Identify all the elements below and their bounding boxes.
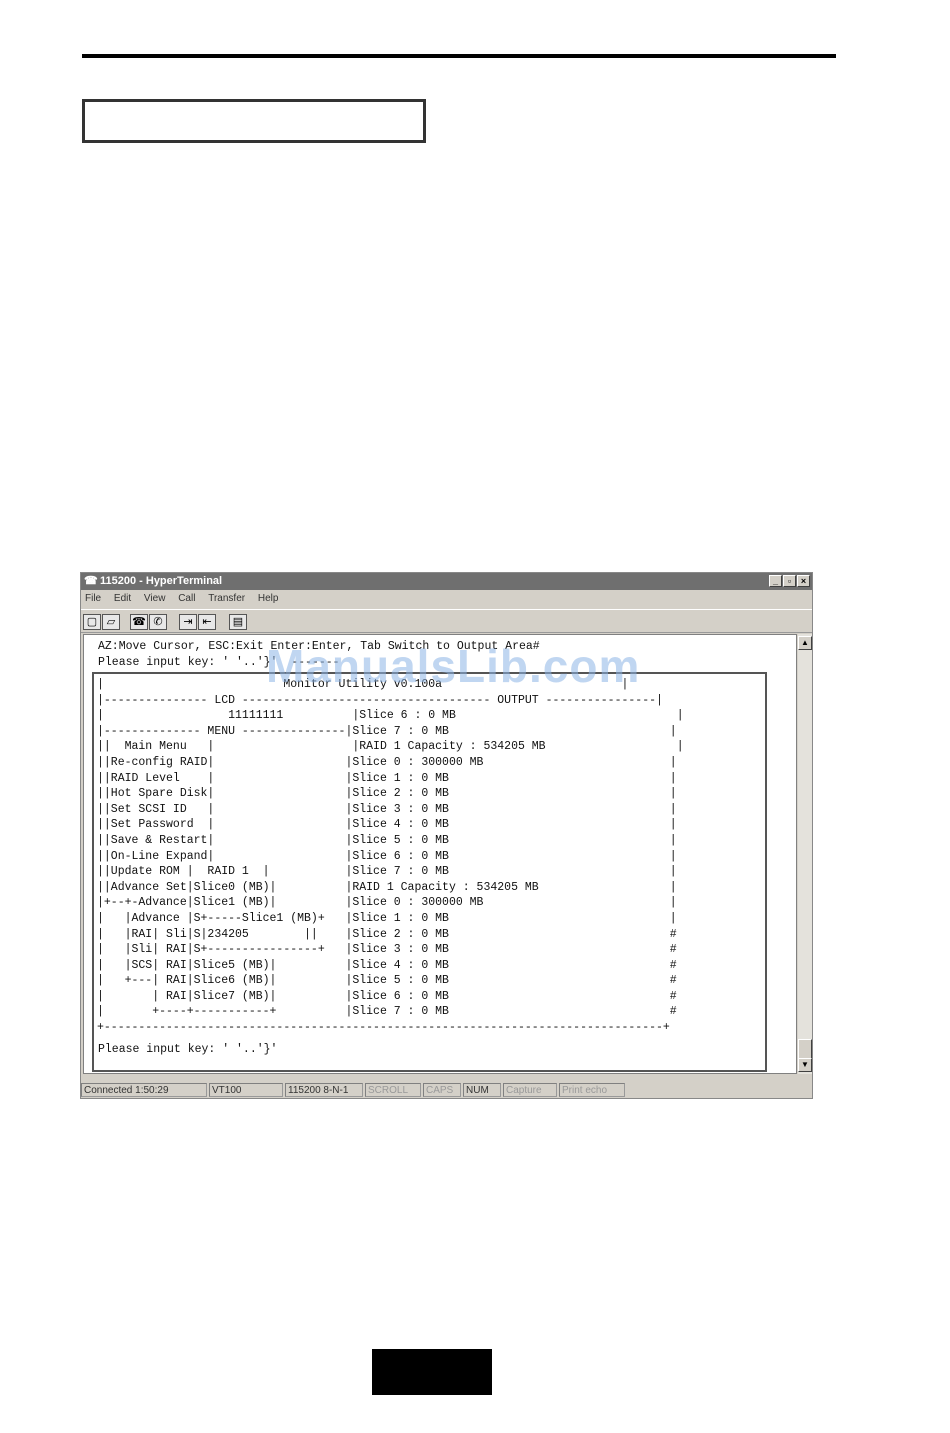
status-settings: 115200 8-N-1 bbox=[285, 1083, 363, 1097]
terminal-line: | |RAI| Sli|S|234205 || |Slice 2 : 0 MB … bbox=[97, 927, 677, 941]
terminal-line: | 11111111 |Slice 6 : 0 MB | bbox=[97, 709, 684, 723]
terminal-line: |--------------- LCD -------------------… bbox=[97, 693, 663, 707]
terminal-screen[interactable]: AZ:Move Cursor, ESC:Exit Enter:Enter, Ta… bbox=[83, 634, 797, 1074]
maximize-button[interactable]: ▫ bbox=[783, 575, 796, 587]
send-icon[interactable]: ⇥ bbox=[179, 614, 197, 630]
window-title: 115200 - HyperTerminal bbox=[100, 575, 223, 587]
vertical-scrollbar[interactable]: ▲ ▼ bbox=[798, 634, 812, 1074]
terminal-line: ||Hot Spare Disk| |Slice 2 : 0 MB | bbox=[97, 787, 677, 801]
status-scroll: SCROLL bbox=[365, 1083, 421, 1097]
terminal-line: || Main Menu | |RAID 1 Capacity : 534205… bbox=[97, 740, 684, 754]
terminal-line: |-------------- MENU ---------------|Sli… bbox=[97, 724, 677, 738]
terminal-line: ||Set SCSI ID | |Slice 3 : 0 MB | bbox=[97, 802, 677, 816]
terminal-line: ||Set Password | |Slice 4 : 0 MB | bbox=[97, 818, 677, 832]
menu-call[interactable]: Call bbox=[178, 591, 195, 607]
terminal-line: ||Save & Restart| |Slice 5 : 0 MB | bbox=[97, 833, 677, 847]
scroll-down-arrow-icon[interactable]: ▼ bbox=[798, 1058, 812, 1072]
menu-transfer[interactable]: Transfer bbox=[208, 591, 245, 607]
terminal-line: ||Re-config RAID| |Slice 0 : 300000 MB | bbox=[97, 755, 677, 769]
receive-icon[interactable]: ⇤ bbox=[198, 614, 216, 630]
terminal-line: | |Advance |S+-----Slice1 (MB)+ |Slice 1… bbox=[97, 911, 677, 925]
disconnect-icon[interactable]: ✆ bbox=[149, 614, 167, 630]
terminal-line: +---------------------------------------… bbox=[97, 1021, 670, 1035]
status-caps: CAPS bbox=[423, 1083, 461, 1097]
status-emulation: VT100 bbox=[209, 1083, 283, 1097]
terminal-line: | |SCS| RAI|Slice5 (MB)| |Slice 4 : 0 MB… bbox=[97, 958, 677, 972]
terminal-line: ||On-Line Expand| |Slice 6 : 0 MB | bbox=[97, 849, 677, 863]
top-rule bbox=[82, 54, 836, 58]
menu-help[interactable]: Help bbox=[258, 591, 279, 607]
page-number-block bbox=[372, 1349, 492, 1395]
toolbar: ▢ ▱ ☎ ✆ ⇥ ⇤ ▤ bbox=[81, 609, 812, 633]
terminal-line: | +----+-----------+ |Slice 7 : 0 MB # bbox=[97, 1005, 677, 1019]
hyperterminal-app-icon: ☎ bbox=[84, 575, 98, 587]
terminal-line: | | RAI|Slice7 (MB)| |Slice 6 : 0 MB # bbox=[97, 989, 677, 1003]
terminal-line: | |Sli| RAI|S+----------------+ |Slice 3… bbox=[97, 943, 677, 957]
open-icon[interactable]: ▱ bbox=[102, 614, 120, 630]
close-button[interactable]: × bbox=[797, 575, 810, 587]
new-connection-icon[interactable]: ▢ bbox=[83, 614, 101, 630]
terminal-line: ||Update ROM | RAID 1 | |Slice 7 : 0 MB … bbox=[97, 865, 677, 879]
terminal-line: |+--+-Advance|Slice1 (MB)| |Slice 0 : 30… bbox=[97, 896, 677, 910]
scroll-up-arrow-icon[interactable]: ▲ bbox=[798, 636, 812, 650]
menu-file[interactable]: File bbox=[85, 591, 101, 607]
status-num: NUM bbox=[463, 1083, 501, 1097]
status-connected: Connected 1:50:29 bbox=[81, 1083, 207, 1097]
section-title-box bbox=[82, 99, 426, 143]
menu-bar: File Edit View Call Transfer Help bbox=[81, 591, 812, 607]
monitor-utility-panel: | Monitor Utility v0.100a | |-----------… bbox=[97, 677, 684, 1036]
input-prompt: Please input key: ' '..'}' bbox=[98, 1043, 278, 1056]
watermark: ManualsLib.com bbox=[266, 640, 641, 692]
menu-edit[interactable]: Edit bbox=[114, 591, 131, 607]
status-print-echo: Print echo bbox=[559, 1083, 625, 1097]
title-bar[interactable]: ☎ 115200 - HyperTerminal _ ▫ × bbox=[81, 573, 812, 590]
menu-view[interactable]: View bbox=[144, 591, 166, 607]
minimize-button[interactable]: _ bbox=[769, 575, 782, 587]
terminal-line: ||RAID Level | |Slice 1 : 0 MB | bbox=[97, 771, 677, 785]
status-bar: Connected 1:50:29 VT100 115200 8-N-1 SCR… bbox=[81, 1082, 812, 1098]
connect-icon[interactable]: ☎ bbox=[130, 614, 148, 630]
properties-icon[interactable]: ▤ bbox=[229, 614, 247, 630]
terminal-line: | +---| RAI|Slice6 (MB)| |Slice 5 : 0 MB… bbox=[97, 974, 677, 988]
status-capture: Capture bbox=[503, 1083, 557, 1097]
terminal-line: ||Advance Set|Slice0 (MB)| |RAID 1 Capac… bbox=[97, 880, 677, 894]
